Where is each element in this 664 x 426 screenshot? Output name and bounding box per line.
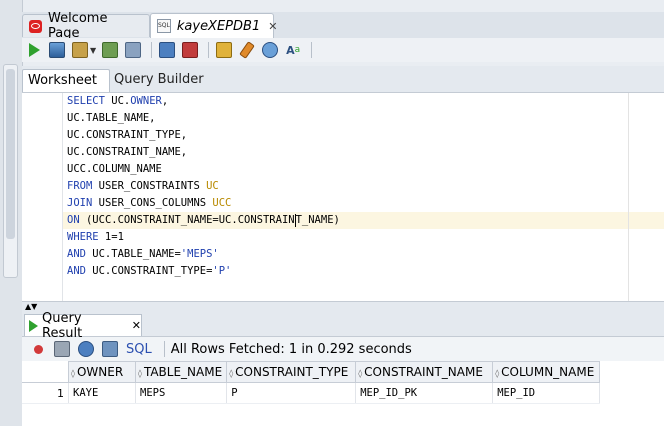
pin-button[interactable] [28, 339, 48, 359]
sql-tuning-button[interactable] [123, 40, 143, 60]
line-gutter [22, 93, 63, 301]
sort-icon: ◊ [358, 369, 363, 378]
explain-plan-icon [102, 42, 119, 58]
explain-plan-button[interactable] [100, 40, 120, 60]
query-result-icon [29, 319, 38, 332]
print-icon [54, 341, 70, 357]
cell-column-name[interactable]: MEP_ID [492, 382, 601, 404]
left-strip [0, 0, 23, 426]
commit-icon [159, 42, 176, 58]
column-header-table-name[interactable]: ◊ TABLE_NAME [134, 361, 228, 383]
sort-icon: ◊ [229, 369, 234, 378]
pin-icon [33, 344, 43, 354]
tab-label: kayeXEPDB1 [176, 18, 261, 34]
toolbar-separator [163, 341, 165, 357]
rollback-button[interactable] [180, 40, 200, 60]
header-row: ◊ OWNER ◊ TABLE_NAME ◊ CONSTRAINT_TYPE ◊ CON… [22, 361, 601, 383]
sql-link[interactable]: SQL [126, 342, 152, 357]
code-line: UCC.COLUMN_NAME [67, 163, 162, 175]
scrollbar-thumb[interactable] [6, 69, 15, 239]
tab-worksheet[interactable]: Worksheet [22, 69, 110, 92]
sql-file-icon: SQL [157, 19, 171, 33]
code-line: AND UC.CONSTRAINT_TYPE='P' [67, 265, 232, 277]
toolbar-separator [151, 42, 153, 58]
column-header-owner[interactable]: ◊ OWNER [68, 361, 136, 383]
cell-table-name[interactable]: MEPS [135, 382, 228, 404]
tab-query-builder[interactable]: Query Builder [110, 69, 209, 92]
cell-constraint-type[interactable]: P [226, 382, 357, 404]
sql-tuning-icon [125, 42, 142, 58]
format-icon: A [286, 43, 295, 57]
chevron-down-icon[interactable]: ▼ [90, 46, 96, 55]
toolbar-separator [208, 42, 210, 58]
format-button[interactable]: Aa [283, 40, 303, 60]
sql-editor[interactable]: SELECT UC.OWNER, UC.TABLE_NAME, UC.CONST… [22, 93, 664, 301]
worksheet-subtabs: Worksheet Query Builder [22, 66, 664, 93]
code-line: SELECT UC.OWNER, [67, 95, 169, 107]
result-toolbar: SQL All Rows Fetched: 1 in 0.292 seconds [22, 337, 664, 361]
refresh-button[interactable] [76, 339, 96, 359]
vertical-scrollbar[interactable] [3, 64, 18, 278]
tab-welcome-page[interactable]: Welcome Page [22, 11, 150, 41]
refresh-icon [78, 341, 94, 357]
column-header-constraint-type[interactable]: ◊ CONSTRAINT_TYPE [226, 361, 357, 383]
commit-button[interactable] [157, 40, 177, 60]
code-line: ON (UCC.CONSTRAINT_NAME=UC.CONSTRAINT_NA… [67, 213, 340, 227]
print-button[interactable] [52, 339, 72, 359]
code-line: AND UC.TABLE_NAME='MEPS' [67, 248, 219, 260]
document-tab-bar: Welcome Page SQL kayeXEPDB1 ✕ [22, 11, 664, 41]
autotrace-button[interactable] [70, 40, 90, 60]
sort-icon: ◊ [495, 369, 500, 378]
column-header-constraint-name[interactable]: ◊ CONSTRAINT_NAME [355, 361, 494, 383]
column-header-column-name[interactable]: ◊ COLUMN_NAME [492, 361, 601, 383]
result-grid[interactable]: ◊ OWNER ◊ TABLE_NAME ◊ CONSTRAINT_TYPE ◊ CON… [22, 361, 664, 426]
tab-kayexepdb1[interactable]: SQL kayeXEPDB1 ✕ [150, 13, 277, 38]
history-button[interactable] [260, 40, 280, 60]
code-line: JOIN USER_CONS_COLUMNS UCC [67, 197, 232, 209]
worksheet-toolbar: ▼ Aa [22, 38, 664, 62]
cell-owner[interactable]: KAYE [68, 382, 136, 404]
history-icon [262, 42, 279, 58]
row-number-header [22, 361, 69, 383]
unshared-sql-button[interactable] [214, 40, 234, 60]
tab-label: Welcome Page [47, 11, 108, 41]
tab-query-result[interactable]: Query Result ✕ [24, 311, 142, 341]
code-line: UC.CONSTRAINT_NAME, [67, 146, 188, 158]
run-script-button[interactable] [47, 40, 67, 60]
clear-button[interactable] [237, 40, 257, 60]
filter-button[interactable] [100, 339, 120, 359]
result-table: ◊ OWNER ◊ TABLE_NAME ◊ CONSTRAINT_TYPE ◊ CON… [22, 361, 601, 404]
right-margin-line [628, 93, 629, 301]
filter-icon [102, 341, 118, 357]
sort-icon: ◊ [138, 369, 142, 378]
close-icon[interactable]: ✕ [132, 319, 141, 332]
autotrace-icon [72, 42, 88, 58]
run-script-icon [49, 42, 65, 58]
run-statement-icon [28, 43, 40, 57]
rollback-icon [182, 42, 199, 58]
fetch-status: All Rows Fetched: 1 in 0.292 seconds [170, 341, 412, 357]
collapse-arrows-icon[interactable]: ▲▼ [25, 302, 37, 311]
code-line: UC.CONSTRAINT_TYPE, [67, 129, 188, 141]
table-row[interactable]: 1 KAYE MEPS P MEP_ID_PK MEP_ID [22, 382, 601, 404]
code-line: UC.TABLE_NAME, [67, 112, 156, 124]
row-number: 1 [22, 382, 69, 404]
toolbar-separator [311, 42, 313, 58]
unshared-sql-icon [216, 42, 233, 58]
code-line: WHERE 1=1 [67, 231, 124, 243]
code-line: FROM USER_CONSTRAINTS UC [67, 180, 219, 192]
tab-label: Query Result [42, 310, 83, 341]
result-tab-bar: Query Result ✕ [22, 311, 664, 341]
run-statement-button[interactable] [24, 40, 44, 60]
sort-icon: ◊ [71, 369, 75, 378]
close-icon[interactable]: ✕ [268, 20, 277, 33]
eraser-icon [239, 41, 256, 59]
cell-constraint-name[interactable]: MEP_ID_PK [355, 382, 494, 404]
oracle-icon [29, 19, 42, 33]
